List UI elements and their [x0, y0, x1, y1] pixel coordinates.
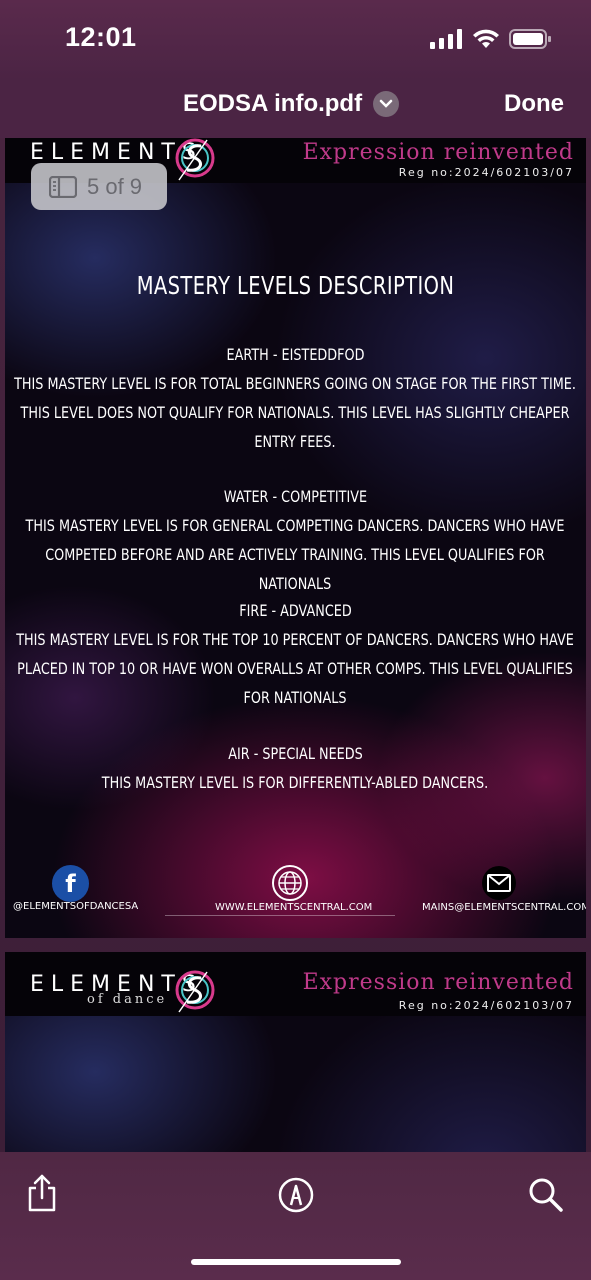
home-indicator[interactable] — [191, 1259, 401, 1265]
brand-logo-icon — [175, 138, 215, 181]
level-description: THIS MASTERY LEVEL IS FOR DIFFERENTLY-AB… — [101, 773, 489, 792]
level-heading: FIRE - ADVANCED — [239, 601, 352, 620]
registration-number: Reg no:2024/602103/07 — [398, 166, 574, 179]
page-header: ELEMENTS of dance Expression reinvented … — [5, 952, 586, 1016]
footer-website: WWW.ELEMENTSCENTRAL.COM — [215, 902, 373, 913]
brand-subtitle: of dance — [87, 992, 168, 1007]
markup-icon[interactable] — [278, 1177, 314, 1213]
level-air: AIR - SPECIAL NEEDS THIS MASTERY LEVEL I… — [5, 739, 586, 797]
facebook-icon: f — [52, 865, 89, 902]
wifi-icon — [473, 29, 499, 48]
done-button[interactable]: Done — [504, 90, 564, 118]
footer-email: MAINS@ELEMENTSCENTRAL.COM — [422, 902, 586, 913]
globe-icon — [272, 865, 308, 901]
level-description: THIS MASTERY LEVEL IS FOR THE TOP 10 PER… — [16, 630, 574, 707]
level-fire: FIRE - ADVANCED THIS MASTERY LEVEL IS FO… — [5, 596, 586, 712]
registration-number: Reg no:2024/602103/07 — [398, 999, 574, 1012]
level-heading: WATER - COMPETITIVE — [223, 487, 368, 506]
page-indicator[interactable]: 5 of 9 — [31, 163, 167, 210]
document-title-menu[interactable]: EODSA info.pdf — [183, 90, 400, 118]
level-heading: EARTH - EISTEDDFOD — [226, 345, 365, 364]
battery-icon — [509, 29, 551, 49]
brand-tagline: Expression reinvented — [302, 970, 574, 995]
document-title: EODSA info.pdf — [183, 90, 363, 117]
sidebar-icon — [49, 175, 77, 198]
level-description: THIS MASTERY LEVEL IS FOR TOTAL BEGINNER… — [14, 374, 576, 451]
level-water: WATER - COMPETITIVE THIS MASTERY LEVEL I… — [5, 482, 586, 598]
bottom-toolbar — [0, 1152, 591, 1280]
chevron-down-icon[interactable] — [373, 91, 400, 117]
search-icon[interactable] — [528, 1177, 564, 1213]
level-earth: EARTH - EISTEDDFOD THIS MASTERY LEVEL IS… — [5, 340, 586, 456]
footer-divider — [165, 915, 395, 916]
level-heading: AIR - SPECIAL NEEDS — [228, 744, 363, 763]
nav-bar: EODSA info.pdf Done — [0, 80, 591, 138]
status-time: 12:01 — [65, 22, 137, 52]
share-icon[interactable] — [26, 1174, 58, 1212]
page-indicator-text: 5 of 9 — [87, 173, 143, 199]
status-bar: 12:01 — [0, 0, 591, 80]
signal-icon — [430, 29, 462, 49]
mail-icon — [482, 866, 516, 900]
brand-tagline: Expression reinvented — [302, 140, 574, 165]
footer-social: @ELEMENTSOFDANCESA — [13, 901, 139, 912]
pdf-page: ELEMENTS of dance Expression reinvented … — [5, 952, 586, 1152]
page-footer: f @ELEMENTSOFDANCESA WWW.ELEMENTSCENTRAL… — [5, 863, 586, 923]
pdf-page: ELEMENTS Expression reinvented Reg no:20… — [5, 138, 586, 938]
brand-logo-icon — [175, 970, 215, 1013]
level-description: THIS MASTERY LEVEL IS FOR GENERAL COMPET… — [25, 516, 565, 593]
page-title: MASTERY LEVELS DESCRIPTION — [136, 271, 455, 300]
